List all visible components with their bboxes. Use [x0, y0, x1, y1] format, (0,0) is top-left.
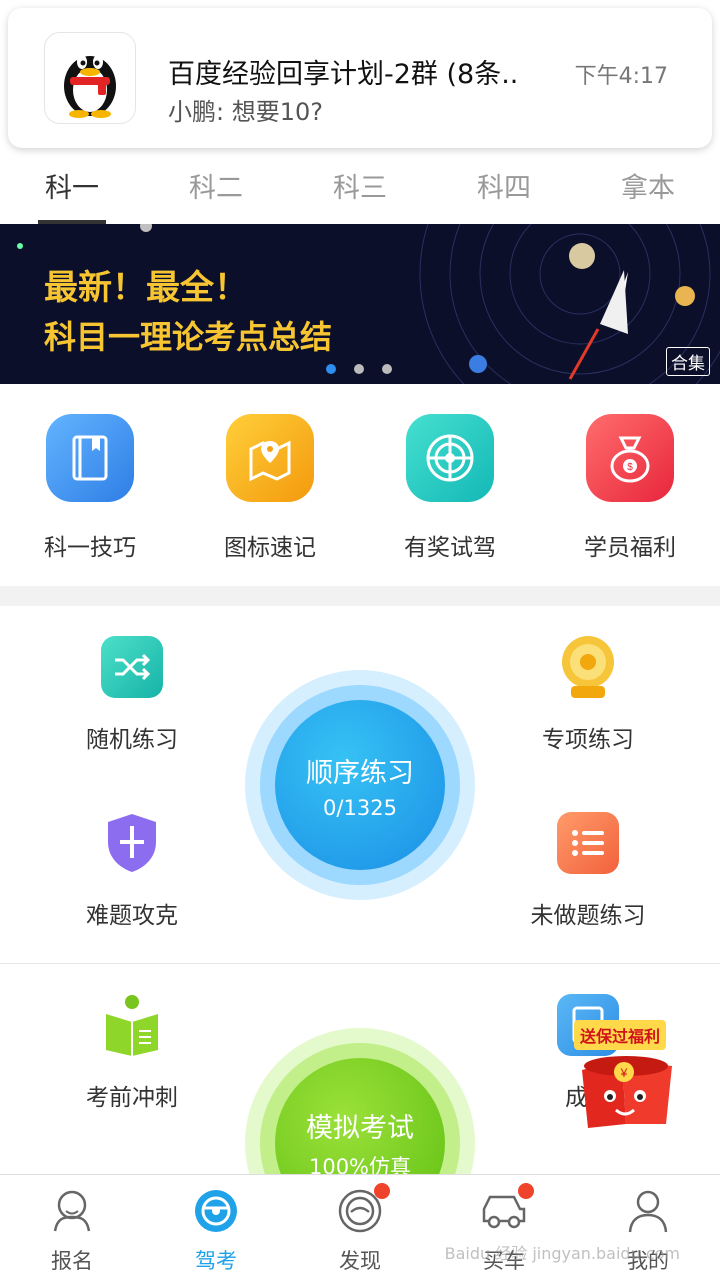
random-practice-label: 随机练习 [86, 727, 178, 753]
difficult-practice-label: 难题攻克 [86, 903, 178, 929]
money-bag-icon: $ [586, 414, 674, 502]
quick-link-tips[interactable]: 科一技巧 [0, 384, 180, 586]
section-spacer [0, 586, 720, 606]
sequential-practice-progress: 0/1325 [323, 795, 397, 820]
quick-link-test-drive[interactable]: 有奖试驾 [360, 384, 540, 586]
quick-link-label: 学员福利 [584, 535, 676, 561]
quick-link-label: 有奖试驾 [404, 535, 496, 561]
tab-subject-3[interactable]: 科三 [288, 150, 432, 224]
book-icon [46, 414, 134, 502]
notification-body: 小鹏: 想要10? [168, 98, 323, 126]
steering-wheel-icon [192, 1187, 240, 1235]
promo-banner[interactable]: 最新！最全！ 科目一理论考点总结 合集 [0, 224, 720, 384]
promo-tag: 送保过福利 [574, 1020, 667, 1050]
bottom-navigation: 报名 驾考 发现 买车 我的 [0, 1174, 720, 1280]
nav-label: 驾考 [195, 1249, 237, 1273]
qq-penguin-icon [44, 32, 136, 124]
tab-subject-1[interactable]: 科一 [0, 150, 144, 224]
reading-book-icon [101, 994, 163, 1056]
tab-subject-4[interactable]: 科四 [432, 150, 576, 224]
guarantee-promo-float[interactable]: ¥ 送保过福利 [562, 1020, 692, 1130]
subject-tabs: 科一 科二 科三 科四 拿本 [0, 150, 720, 224]
notification-banner[interactable]: 百度经验回享计划-2群 (8条.. 小鹏: 想要10? 下午4:17 [8, 8, 712, 148]
quick-links: 科一技巧 图标速记 有奖试驾 $ 学员福利 [0, 384, 720, 586]
banner-pagination [326, 364, 392, 374]
nav-driving-test[interactable]: 驾考 [144, 1175, 288, 1280]
nav-signup[interactable]: 报名 [0, 1175, 144, 1280]
pagination-dot [382, 364, 392, 374]
mock-exam-title: 模拟考试 [306, 1112, 414, 1144]
nav-discover[interactable]: 发现 [288, 1175, 432, 1280]
difficult-practice-button[interactable]: 难题攻克 [22, 812, 242, 930]
mock-exam-button[interactable]: 模拟考试 100%仿真 [245, 1028, 475, 1174]
random-practice-button[interactable]: 随机练习 [22, 636, 242, 754]
nav-label: 报名 [51, 1249, 93, 1273]
quick-link-label: 图标速记 [224, 535, 316, 561]
pre-exam-sprint-label: 考前冲刺 [86, 1085, 178, 1111]
tab-get-license[interactable]: 拿本 [576, 150, 720, 224]
quick-link-sign-memory[interactable]: 图标速记 [180, 384, 360, 586]
notification-badge [518, 1183, 534, 1199]
mock-exam-subtitle: 100%仿真 [308, 1154, 412, 1175]
practice-section: 随机练习 专项练习 顺序练习 0/1325 难题攻克 未做题练习 [0, 606, 720, 963]
quick-link-student-benefits[interactable]: $ 学员福利 [540, 384, 720, 586]
notification-title: 百度经验回享计划-2群 (8条.. [168, 59, 519, 90]
sequential-practice-button[interactable]: 顺序练习 0/1325 [245, 670, 475, 900]
collection-tag[interactable]: 合集 [666, 347, 710, 376]
banner-subheadline: 科目一理论考点总结 [44, 318, 333, 356]
svg-text:¥: ¥ [620, 1066, 628, 1080]
signup-icon [48, 1187, 96, 1235]
pagination-dot-active [326, 364, 336, 374]
baidu-jingyan-watermark: Baidu 经验 jingyan.baidu.com [444, 1244, 680, 1263]
notification-time: 下午4:17 [574, 64, 668, 89]
pre-exam-sprint-button[interactable]: 考前冲刺 [22, 994, 242, 1112]
tab-subject-2[interactable]: 科二 [144, 150, 288, 224]
nav-label: 发现 [339, 1249, 381, 1273]
svg-text:$: $ [627, 462, 633, 473]
target-icon [557, 636, 619, 698]
banner-headline: 最新！最全！ [44, 268, 248, 308]
profile-icon [624, 1187, 672, 1235]
quick-link-label: 科一技巧 [44, 535, 136, 561]
undone-practice-label: 未做题练习 [530, 903, 646, 929]
notification-badge [374, 1183, 390, 1199]
undone-practice-button[interactable]: 未做题练习 [478, 812, 698, 930]
pagination-dot [354, 364, 364, 374]
shield-icon [101, 812, 163, 874]
list-icon [557, 812, 619, 874]
nav-profile[interactable]: 我的 [576, 1175, 720, 1280]
map-pin-icon [226, 414, 314, 502]
nav-buy-car[interactable]: 买车 [432, 1175, 576, 1280]
special-practice-label: 专项练习 [542, 727, 634, 753]
sequential-practice-title: 顺序练习 [306, 757, 414, 789]
special-practice-button[interactable]: 专项练习 [478, 636, 698, 754]
steering-wheel-icon [406, 414, 494, 502]
shuffle-icon [101, 636, 163, 698]
